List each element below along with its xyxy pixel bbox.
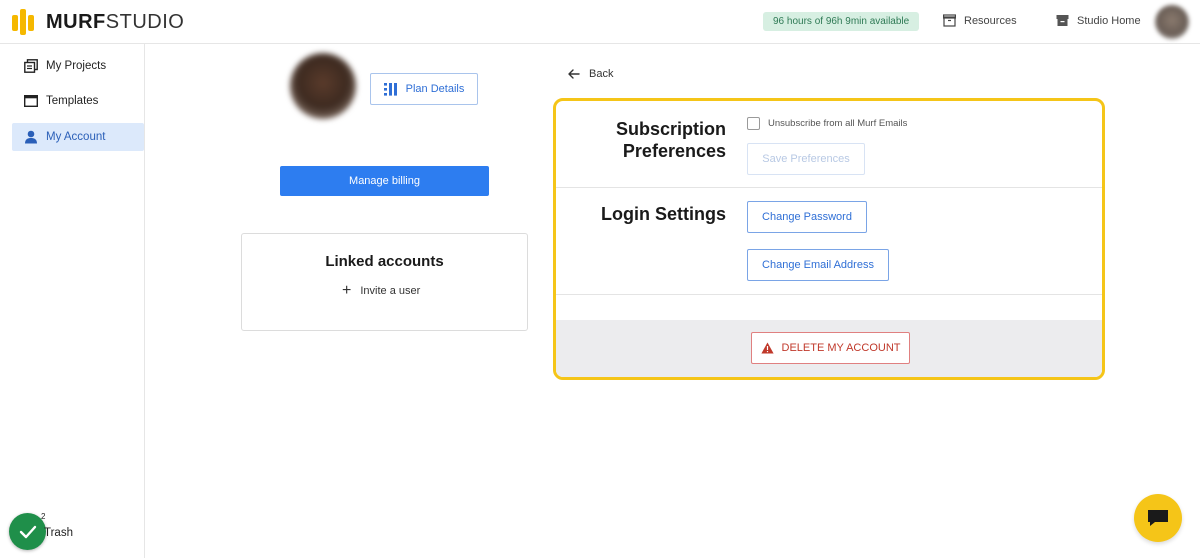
plan-list-icon [383, 82, 397, 96]
change-email-button[interactable]: Change Email Address [747, 249, 889, 281]
delete-account-button[interactable]: DELETE MY ACCOUNT [751, 332, 910, 364]
account-settings-card: Subscription Preferences Unsubscribe fro… [553, 98, 1105, 380]
murf-logo[interactable]: MURFSTUDIO [12, 9, 184, 35]
sidebar-item-my-account[interactable]: My Account [12, 123, 144, 151]
studio-home-label: Studio Home [1077, 14, 1141, 27]
plan-details-label: Plan Details [405, 83, 465, 95]
sidebar-item-label: My Projects [46, 60, 107, 72]
sidebar: My Projects Templates My Account [0, 44, 145, 558]
studio-home-link[interactable]: Studio Home [1056, 14, 1141, 27]
archive-icon [1056, 15, 1069, 26]
subscription-preferences-title: Subscription Preferences [576, 118, 726, 162]
murf-logo-mark [12, 9, 38, 35]
login-settings-title: Login Settings [601, 204, 726, 224]
section-divider [556, 294, 1102, 295]
arrow-left-icon [568, 69, 580, 79]
profile-photo [290, 53, 356, 119]
resources-label: Resources [964, 14, 1017, 27]
notification-count: 2 [41, 512, 46, 521]
change-password-button[interactable]: Change Password [747, 201, 867, 233]
warning-icon [760, 342, 774, 354]
sidebar-item-label: Templates [46, 95, 99, 107]
brand-light: STUDIO [105, 10, 185, 33]
invite-user-label: Invite a user [360, 285, 421, 297]
delete-account-label: DELETE MY ACCOUNT [781, 342, 901, 354]
subscription-title-line1: Subscription [615, 119, 726, 139]
chat-support-button[interactable] [1134, 494, 1182, 542]
resources-link[interactable]: Resources [943, 14, 1017, 27]
template-icon [24, 95, 38, 107]
danger-zone: DELETE MY ACCOUNT [556, 320, 1102, 377]
sidebar-item-trash[interactable]: Trash [44, 527, 73, 539]
unsubscribe-label: Unsubscribe from all Murf Emails [768, 118, 908, 129]
chat-bubble-icon [1148, 510, 1168, 526]
sidebar-item-templates[interactable]: Templates [12, 87, 144, 115]
invite-user-button[interactable]: + Invite a user [342, 283, 420, 299]
hours-available-badge: 96 hours of 96h 9min available [763, 12, 920, 31]
brand-name: MURFSTUDIO [46, 11, 184, 34]
sidebar-item-label: My Account [46, 131, 106, 143]
plus-icon: + [342, 282, 352, 299]
save-preferences-button[interactable]: Save Preferences [747, 143, 865, 175]
section-divider [556, 187, 1102, 188]
sidebar-item-my-projects[interactable]: My Projects [12, 52, 144, 80]
unsubscribe-checkbox[interactable] [747, 117, 760, 130]
user-icon [25, 130, 37, 144]
top-header: MURFSTUDIO 96 hours of 96h 9min availabl… [0, 0, 1200, 44]
back-label: Back [589, 68, 614, 80]
linked-accounts-title: Linked accounts [325, 253, 444, 270]
plan-details-button[interactable]: Plan Details [370, 73, 478, 105]
manage-billing-button[interactable]: Manage billing [280, 166, 489, 196]
projects-icon [24, 59, 38, 73]
checkmark-icon [19, 525, 36, 538]
brand-bold: MURF [46, 10, 106, 33]
linked-accounts-card: Linked accounts + Invite a user [241, 233, 528, 331]
box-icon [943, 14, 956, 27]
user-avatar[interactable] [1155, 5, 1189, 39]
subscription-title-line2: Preferences [622, 141, 726, 161]
back-button[interactable]: Back [568, 68, 613, 80]
